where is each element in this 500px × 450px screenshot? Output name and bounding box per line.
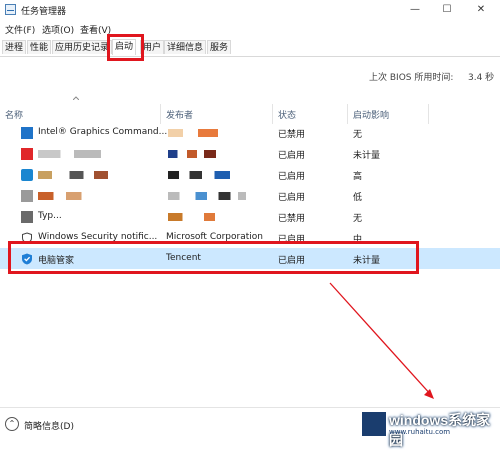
blurred-name — [38, 192, 100, 200]
table-row[interactable]: 已启用 未计量 — [0, 143, 500, 164]
column-divider[interactable] — [428, 104, 429, 124]
fewer-details-link[interactable]: 简略信息(D) — [24, 419, 74, 432]
annotation-arrow — [329, 282, 434, 399]
column-publisher[interactable]: 发布者 — [166, 108, 193, 121]
tab-bar: 进程 性能 应用历史记录 启动 用户 详细信息 服务 — [0, 37, 500, 57]
row-status: 已启用 — [278, 151, 306, 161]
bios-time-value: 3.4 秒 — [468, 73, 495, 83]
row-status: 已禁用 — [278, 130, 306, 140]
maximize-button[interactable]: ☐ — [436, 2, 458, 17]
column-name[interactable]: 名称 — [5, 108, 23, 121]
window-title: 任务管理器 — [21, 7, 67, 17]
row-status: 已禁用 — [278, 214, 306, 224]
table-row[interactable]: 已启用 低 — [0, 185, 500, 206]
blurred-name — [38, 171, 108, 179]
tab-performance[interactable]: 性能 — [27, 40, 52, 54]
bios-time-label: 上次 BIOS 所用时间: — [369, 73, 454, 83]
column-header: 名称 发布者 状态 启动影响 — [0, 104, 500, 124]
menu-file[interactable]: 文件(F) — [5, 23, 35, 36]
menu-options[interactable]: 选项(O) — [42, 23, 74, 36]
row-impact: 未计量 — [353, 151, 381, 161]
blurred-name — [38, 150, 128, 158]
menu-bar: 文件(F) 选项(O) 查看(V) — [0, 20, 500, 37]
app-icon — [21, 190, 33, 202]
app-icon — [21, 169, 33, 181]
row-name: Intel® Graphics Command... — [38, 127, 168, 137]
title-bar: 任务管理器 — ☐ ✕ — [0, 0, 500, 20]
watermark-logo — [362, 412, 386, 436]
task-manager-icon — [5, 4, 16, 15]
table-row[interactable]: Typ... 已禁用 无 — [0, 206, 500, 227]
tab-app-history[interactable]: 应用历史记录 — [52, 40, 113, 54]
selected-row-highlight — [8, 241, 419, 274]
row-impact: 无 — [353, 130, 363, 140]
row-status: 已启用 — [278, 172, 306, 182]
app-icon — [21, 148, 33, 160]
blurred-publisher — [168, 192, 246, 200]
watermark: windows系统家园 www.ruhaitu.com — [360, 404, 500, 448]
watermark-url: www.ruhaitu.com — [389, 428, 451, 436]
row-name: Typ... — [38, 211, 62, 221]
app-icon — [21, 127, 33, 139]
tab-details[interactable]: 详细信息 — [164, 40, 207, 54]
chevron-up-icon[interactable]: ⌃ — [5, 417, 19, 431]
close-button[interactable]: ✕ — [470, 2, 492, 17]
column-status[interactable]: 状态 — [278, 108, 296, 121]
blurred-publisher — [168, 129, 218, 137]
sort-ascending-icon — [73, 96, 79, 100]
row-impact: 高 — [353, 172, 363, 182]
startup-tab-highlight — [107, 34, 144, 61]
minimize-button[interactable]: — — [404, 2, 426, 17]
row-status: 已启用 — [278, 193, 306, 203]
row-impact: 低 — [353, 193, 363, 203]
blurred-publisher — [168, 171, 230, 179]
tab-processes[interactable]: 进程 — [2, 40, 27, 54]
tab-services[interactable]: 服务 — [207, 40, 232, 54]
column-divider[interactable] — [160, 104, 161, 124]
blurred-publisher — [168, 213, 240, 221]
row-impact: 无 — [353, 214, 363, 224]
column-impact[interactable]: 启动影响 — [353, 108, 389, 121]
column-divider[interactable] — [347, 104, 348, 124]
column-divider[interactable] — [272, 104, 273, 124]
app-icon — [21, 211, 33, 223]
table-row[interactable]: Intel® Graphics Command... 已禁用 无 — [0, 122, 500, 143]
table-row[interactable]: 已启用 高 — [0, 164, 500, 185]
blurred-publisher — [168, 150, 216, 158]
